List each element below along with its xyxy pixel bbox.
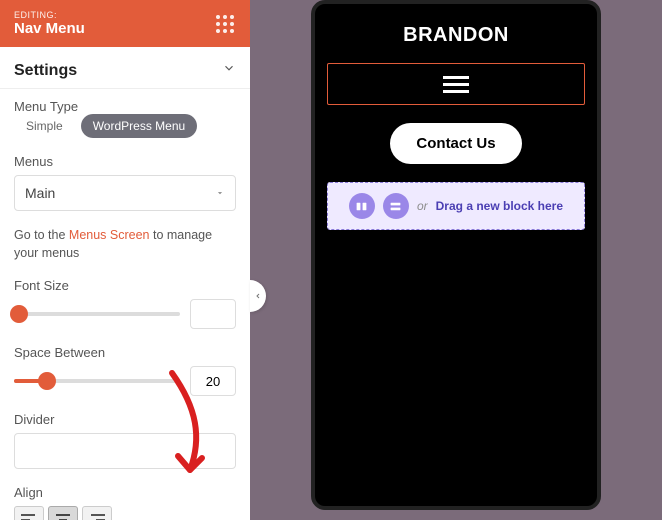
menus-screen-link[interactable]: Menus Screen (69, 228, 150, 242)
menu-type-row: Menu Type Simple WordPress Menu (14, 99, 236, 138)
font-size-slider[interactable] (14, 312, 180, 316)
align-center-button[interactable] (48, 506, 78, 520)
settings-section-toggle[interactable]: Settings (0, 47, 250, 89)
widget-title: Nav Menu (14, 20, 85, 37)
menus-selected-value: Main (25, 185, 55, 201)
contact-us-button[interactable]: Contact Us (390, 123, 521, 164)
row-icon (383, 193, 409, 219)
font-size-input[interactable] (190, 299, 236, 329)
drop-hint-text: Drag a new block here (436, 199, 563, 213)
columns-icon (349, 193, 375, 219)
align-right-button[interactable] (82, 506, 112, 520)
site-brand: BRANDON (321, 24, 591, 47)
hamburger-icon (443, 76, 469, 93)
mobile-preview-frame: BRANDON Contact Us or Drag a new block h… (311, 0, 601, 510)
settings-sidebar: EDITING: Nav Menu Settings Menu Type Sim… (0, 0, 250, 520)
divider-input[interactable] (14, 433, 236, 469)
menus-label: Menus (14, 154, 236, 169)
editing-label: EDITING: (14, 10, 85, 20)
chevron-left-icon (254, 291, 262, 301)
chevron-down-icon (222, 61, 236, 80)
font-size-label: Font Size (14, 278, 236, 293)
align-group (14, 506, 236, 520)
menu-type-label: Menu Type (14, 99, 78, 114)
sidebar-header: EDITING: Nav Menu (0, 0, 250, 47)
space-between-slider[interactable] (14, 379, 180, 383)
space-between-label: Space Between (14, 345, 236, 360)
menus-select[interactable]: Main (14, 175, 236, 211)
divider-label: Divider (14, 412, 236, 427)
menus-help-text: Go to the Menus Screen to manage your me… (14, 227, 236, 262)
menu-type-toggle: Simple WordPress Menu (14, 114, 197, 138)
block-drop-zone[interactable]: or Drag a new block here (327, 182, 585, 230)
menu-type-simple[interactable]: Simple (14, 114, 75, 138)
section-title: Settings (14, 62, 77, 80)
caret-down-icon (215, 188, 225, 198)
space-between-input[interactable] (190, 366, 236, 396)
settings-panel: Menu Type Simple WordPress Menu Menus Ma… (0, 89, 250, 520)
align-left-button[interactable] (14, 506, 44, 520)
preview-canvas: BRANDON Contact Us or Drag a new block h… (250, 0, 662, 520)
menu-type-wordpress[interactable]: WordPress Menu (81, 114, 197, 138)
drag-handle-icon[interactable] (216, 15, 236, 33)
nav-menu-block[interactable] (327, 63, 585, 105)
drop-or-text: or (417, 199, 428, 213)
align-label: Align (14, 485, 236, 500)
